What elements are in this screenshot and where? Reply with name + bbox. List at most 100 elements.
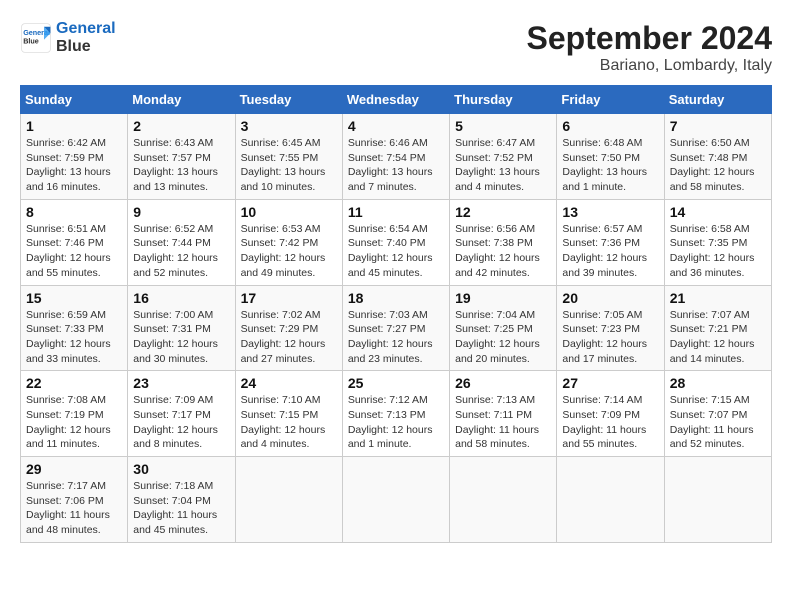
logo-icon: General Blue [20, 22, 52, 54]
day-info: Sunrise: 7:08 AM Sunset: 7:19 PM Dayligh… [26, 393, 122, 452]
calendar-table: SundayMondayTuesdayWednesdayThursdayFrid… [20, 85, 772, 543]
day-number: 30 [133, 461, 229, 477]
day-number: 25 [348, 375, 444, 391]
day-number: 29 [26, 461, 122, 477]
calendar-cell: 2Sunrise: 6:43 AM Sunset: 7:57 PM Daylig… [128, 114, 235, 200]
day-info: Sunrise: 7:00 AM Sunset: 7:31 PM Dayligh… [133, 308, 229, 367]
day-number: 6 [562, 118, 658, 134]
logo-text-blue: Blue [56, 38, 116, 56]
header-sunday: Sunday [21, 86, 128, 114]
logo-text-general: General [56, 20, 116, 38]
day-number: 4 [348, 118, 444, 134]
calendar-cell: 20Sunrise: 7:05 AM Sunset: 7:23 PM Dayli… [557, 285, 664, 371]
calendar-cell: 27 Sunrise: 7:14 AM Sunset: 7:09 PM Dayli… [557, 371, 664, 457]
header-monday: Monday [128, 86, 235, 114]
day-info: Sunrise: 6:58 AM Sunset: 7:35 PM Dayligh… [670, 222, 766, 281]
day-number: 19 [455, 290, 551, 306]
calendar-cell [557, 457, 664, 543]
calendar-cell: 12Sunrise: 6:56 AM Sunset: 7:38 PM Dayli… [450, 199, 557, 285]
day-number: 16 [133, 290, 229, 306]
day-info: Sunrise: 6:45 AM Sunset: 7:55 PM Dayligh… [241, 136, 337, 195]
week-row-2: 8 Sunrise: 6:51 AM Sunset: 7:46 PM Daylig… [21, 199, 772, 285]
day-number: 28 [670, 375, 766, 391]
day-info: Sunrise: 7:17 AM Sunset: 7:06 PM Dayligh… [26, 479, 122, 538]
day-info: Sunrise: 6:42 AM Sunset: 7:59 PM Dayligh… [26, 136, 122, 195]
day-info: Sunrise: 7:15 AM Sunset: 7:07 PM Dayligh… [670, 393, 766, 452]
calendar-cell: 5Sunrise: 6:47 AM Sunset: 7:52 PM Daylig… [450, 114, 557, 200]
calendar-cell [235, 457, 342, 543]
calendar-cell: 21 Sunrise: 7:07 AM Sunset: 7:21 PM Dayli… [664, 285, 771, 371]
calendar-cell: 8 Sunrise: 6:51 AM Sunset: 7:46 PM Daylig… [21, 199, 128, 285]
calendar-cell: 9 Sunrise: 6:52 AM Sunset: 7:44 PM Daylig… [128, 199, 235, 285]
calendar-cell: 24 Sunrise: 7:10 AM Sunset: 7:15 PM Dayli… [235, 371, 342, 457]
day-number: 5 [455, 118, 551, 134]
day-number: 9 [133, 204, 229, 220]
day-number: 24 [241, 375, 337, 391]
day-info: Sunrise: 7:03 AM Sunset: 7:27 PM Dayligh… [348, 308, 444, 367]
day-info: Sunrise: 6:50 AM Sunset: 7:48 PM Dayligh… [670, 136, 766, 195]
calendar-cell: 14 Sunrise: 6:58 AM Sunset: 7:35 PM Dayli… [664, 199, 771, 285]
calendar-cell: 30 Sunrise: 7:18 AM Sunset: 7:04 PM Dayli… [128, 457, 235, 543]
page-title: September 2024 [527, 20, 772, 57]
page-subtitle: Bariano, Lombardy, Italy [527, 57, 772, 75]
header-saturday: Saturday [664, 86, 771, 114]
calendar-cell: 29 Sunrise: 7:17 AM Sunset: 7:06 PM Dayli… [21, 457, 128, 543]
calendar-cell: 6 Sunrise: 6:48 AM Sunset: 7:50 PM Daylig… [557, 114, 664, 200]
calendar-cell: 10Sunrise: 6:53 AM Sunset: 7:42 PM Dayli… [235, 199, 342, 285]
header-friday: Friday [557, 86, 664, 114]
day-number: 14 [670, 204, 766, 220]
day-info: Sunrise: 7:02 AM Sunset: 7:29 PM Dayligh… [241, 308, 337, 367]
day-number: 17 [241, 290, 337, 306]
calendar-cell [664, 457, 771, 543]
day-info: Sunrise: 7:13 AM Sunset: 7:11 PM Dayligh… [455, 393, 551, 452]
calendar-cell [450, 457, 557, 543]
calendar-cell: 11 Sunrise: 6:54 AM Sunset: 7:40 PM Dayli… [342, 199, 449, 285]
day-number: 26 [455, 375, 551, 391]
calendar-cell: 28 Sunrise: 7:15 AM Sunset: 7:07 PM Dayli… [664, 371, 771, 457]
day-info: Sunrise: 6:43 AM Sunset: 7:57 PM Dayligh… [133, 136, 229, 195]
day-info: Sunrise: 7:14 AM Sunset: 7:09 PM Dayligh… [562, 393, 658, 452]
calendar-cell [342, 457, 449, 543]
day-info: Sunrise: 6:53 AM Sunset: 7:42 PM Dayligh… [241, 222, 337, 281]
day-number: 21 [670, 290, 766, 306]
calendar-cell: 26 Sunrise: 7:13 AM Sunset: 7:11 PM Dayli… [450, 371, 557, 457]
day-info: Sunrise: 7:07 AM Sunset: 7:21 PM Dayligh… [670, 308, 766, 367]
day-info: Sunrise: 6:54 AM Sunset: 7:40 PM Dayligh… [348, 222, 444, 281]
day-info: Sunrise: 7:10 AM Sunset: 7:15 PM Dayligh… [241, 393, 337, 452]
calendar-cell: 19 Sunrise: 7:04 AM Sunset: 7:25 PM Dayli… [450, 285, 557, 371]
day-info: Sunrise: 7:12 AM Sunset: 7:13 PM Dayligh… [348, 393, 444, 452]
day-info: Sunrise: 7:04 AM Sunset: 7:25 PM Dayligh… [455, 308, 551, 367]
day-number: 22 [26, 375, 122, 391]
day-info: Sunrise: 6:56 AM Sunset: 7:38 PM Dayligh… [455, 222, 551, 281]
calendar-cell: 3 Sunrise: 6:45 AM Sunset: 7:55 PM Daylig… [235, 114, 342, 200]
week-row-4: 22 Sunrise: 7:08 AM Sunset: 7:19 PM Dayli… [21, 371, 772, 457]
day-info: Sunrise: 7:18 AM Sunset: 7:04 PM Dayligh… [133, 479, 229, 538]
day-number: 3 [241, 118, 337, 134]
day-number: 15 [26, 290, 122, 306]
title-block: September 2024 Bariano, Lombardy, Italy [527, 20, 772, 75]
day-number: 8 [26, 204, 122, 220]
day-info: Sunrise: 6:59 AM Sunset: 7:33 PM Dayligh… [26, 308, 122, 367]
calendar-cell: 13Sunrise: 6:57 AM Sunset: 7:36 PM Dayli… [557, 199, 664, 285]
day-info: Sunrise: 6:51 AM Sunset: 7:46 PM Dayligh… [26, 222, 122, 281]
day-number: 11 [348, 204, 444, 220]
day-number: 7 [670, 118, 766, 134]
day-info: Sunrise: 6:48 AM Sunset: 7:50 PM Dayligh… [562, 136, 658, 195]
day-info: Sunrise: 6:52 AM Sunset: 7:44 PM Dayligh… [133, 222, 229, 281]
week-row-3: 15 Sunrise: 6:59 AM Sunset: 7:33 PM Dayli… [21, 285, 772, 371]
day-number: 18 [348, 290, 444, 306]
week-row-5: 29 Sunrise: 7:17 AM Sunset: 7:06 PM Dayli… [21, 457, 772, 543]
header-tuesday: Tuesday [235, 86, 342, 114]
calendar-cell: 22 Sunrise: 7:08 AM Sunset: 7:19 PM Dayli… [21, 371, 128, 457]
week-row-1: 1Sunrise: 6:42 AM Sunset: 7:59 PM Daylig… [21, 114, 772, 200]
header-wednesday: Wednesday [342, 86, 449, 114]
page-header: General Blue General Blue September 2024… [20, 20, 772, 75]
day-number: 20 [562, 290, 658, 306]
calendar-cell: 23Sunrise: 7:09 AM Sunset: 7:17 PM Dayli… [128, 371, 235, 457]
header-thursday: Thursday [450, 86, 557, 114]
calendar-cell: 17 Sunrise: 7:02 AM Sunset: 7:29 PM Dayli… [235, 285, 342, 371]
day-info: Sunrise: 6:57 AM Sunset: 7:36 PM Dayligh… [562, 222, 658, 281]
svg-text:Blue: Blue [23, 36, 39, 45]
day-number: 27 [562, 375, 658, 391]
calendar-cell: 1Sunrise: 6:42 AM Sunset: 7:59 PM Daylig… [21, 114, 128, 200]
